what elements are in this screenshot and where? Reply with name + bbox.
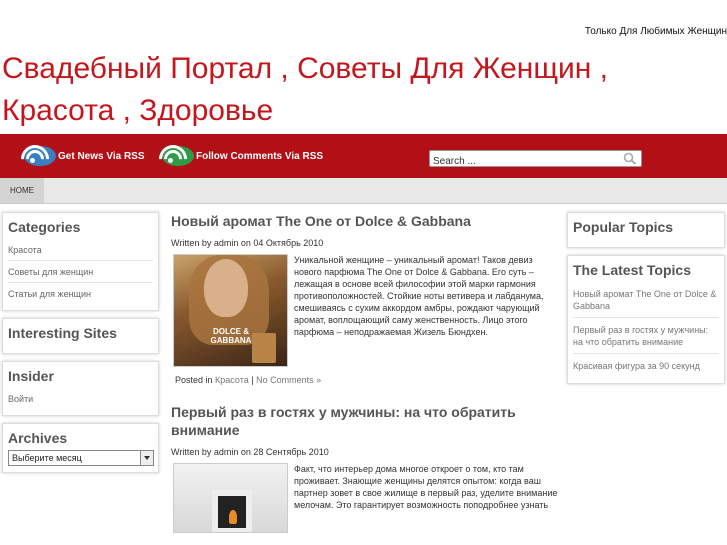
sidebar-left: Categories Красота Советы для женщин Ста… — [2, 212, 159, 480]
widget-categories: Categories Красота Советы для женщин Ста… — [2, 212, 159, 311]
widget-title: Categories — [8, 219, 81, 235]
posted-in-label: Posted in — [175, 375, 216, 385]
search-input[interactable] — [430, 154, 615, 169]
widget-interesting-sites: Interesting Sites — [2, 318, 159, 354]
post-body: DOLCE & GABBANA Уникальной женщине – уни… — [171, 254, 561, 367]
post-footer: Posted in Красота | No Comments » — [175, 375, 561, 385]
widget-title: The Latest Topics — [573, 262, 691, 278]
search-box — [429, 150, 642, 169]
widget-title: Popular Topics — [573, 219, 674, 235]
sidebar-right: Popular Topics The Latest Topics Новый а… — [567, 212, 725, 391]
login-link[interactable]: Войти — [8, 388, 153, 409]
category-item[interactable]: Красота — [8, 239, 153, 261]
post: Первый раз в гостях у мужчины: на что об… — [171, 403, 561, 533]
post-meta: Written by admin on 04 Октябрь 2010 — [171, 238, 324, 248]
footer-separator: | — [248, 375, 257, 385]
latest-topic-item[interactable]: Красивая фигура за 90 секунд — [573, 354, 719, 377]
widget-title: Archives — [8, 430, 68, 446]
tagline: Только Для Любимых Женщин — [584, 26, 727, 37]
post-meta: Written by admin on 28 Сентябрь 2010 — [171, 447, 329, 457]
rss-comments-label: Follow Comments Via RSS — [196, 150, 324, 162]
main-content: Новый аромат The One от Dolce & Gabbana … — [171, 212, 561, 533]
post: Новый аромат The One от Dolce & Gabbana … — [171, 212, 561, 385]
widget-insider: Insider Войти — [2, 361, 159, 416]
widget-title: Insider — [8, 368, 54, 384]
latest-topic-item[interactable]: Первый раз в гостях у мужчины: на что об… — [573, 318, 719, 354]
rss-comments-link[interactable]: Follow Comments Via RSS — [153, 139, 324, 179]
rss-news-label: Get News Via RSS — [58, 150, 145, 162]
post-title[interactable]: Первый раз в гостях у мужчины: на что об… — [171, 403, 561, 439]
post-excerpt: Факт, что интерьер дома многое откроет о… — [294, 464, 558, 510]
widget-latest-topics: The Latest Topics Новый аромат The One о… — [567, 255, 725, 384]
nav-bar: HOME — [0, 178, 727, 204]
post-thumbnail[interactable]: DOLCE & GABBANA — [173, 254, 288, 367]
widget-archives: Archives Выберите месяц — [2, 423, 159, 473]
archive-select-value: Выберите месяц — [12, 453, 82, 463]
post-excerpt: Уникальной женщине – уникальный аромат! … — [294, 255, 544, 337]
nav-home[interactable]: HOME — [0, 178, 44, 203]
archive-select[interactable]: Выберите месяц — [8, 450, 154, 466]
post-category-link[interactable]: Красота — [215, 375, 249, 385]
site-title[interactable]: Свадебный Портал , Советы Для Женщин , К… — [2, 48, 722, 132]
rss-feed-icon — [15, 139, 56, 179]
rss-news-link[interactable]: Get News Via RSS — [15, 139, 145, 179]
widget-title: Interesting Sites — [8, 325, 117, 341]
post-body: Факт, что интерьер дома многое откроет о… — [171, 463, 561, 533]
post-thumbnail[interactable] — [173, 463, 288, 533]
post-comments-link[interactable]: No Comments » — [256, 375, 321, 385]
rss-comments-icon — [153, 139, 194, 179]
search-icon[interactable] — [623, 152, 637, 165]
category-item[interactable]: Советы для женщин — [8, 261, 153, 283]
latest-topic-item[interactable]: Новый аромат The One от Dolce & Gabbana — [573, 282, 719, 318]
chevron-down-icon[interactable] — [140, 451, 153, 465]
category-item[interactable]: Статьи для женщин — [8, 283, 153, 304]
post-title[interactable]: Новый аромат The One от Dolce & Gabbana — [171, 212, 561, 230]
widget-popular-topics: Popular Topics — [567, 212, 725, 248]
